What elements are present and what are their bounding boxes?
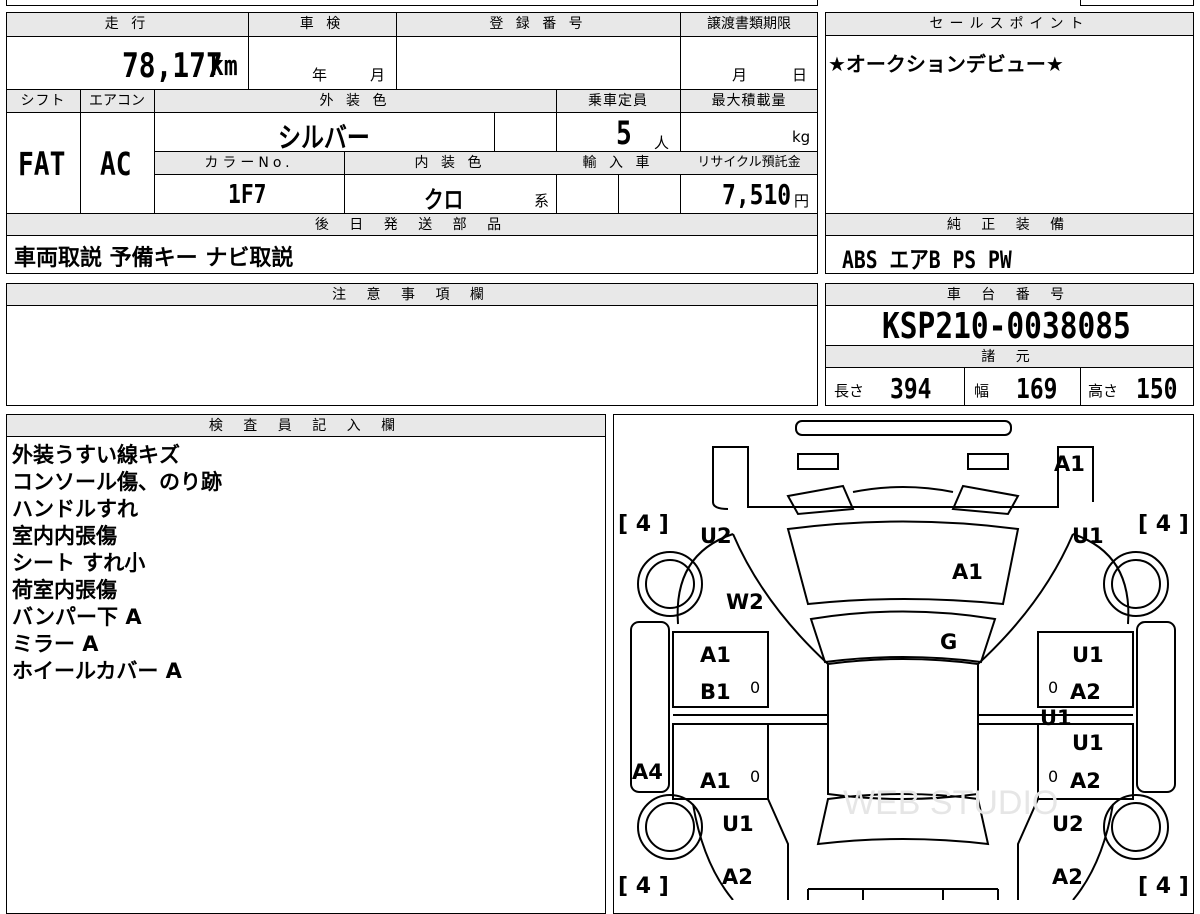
- capacity-header: 乗車定員: [588, 93, 648, 109]
- damage-code: U1: [722, 812, 754, 836]
- recycle-fee-header: リサイクル預託金: [697, 155, 801, 170]
- damage-code: A2: [1070, 769, 1101, 793]
- inspector-notes-list: 外装うすい線キズ コンソール傷、のり跡 ハンドルすれ 室内内張傷 シート すれ小…: [12, 442, 222, 685]
- damage-code: B1: [700, 680, 731, 704]
- color-no-value: 1F7: [228, 180, 267, 210]
- note-item: 室内内張傷: [12, 524, 117, 548]
- tire-depth-fl: 4: [635, 512, 652, 537]
- damage-code: A1: [700, 643, 731, 667]
- damage-code: U1: [1072, 524, 1104, 548]
- zero-mark: 0: [1048, 678, 1059, 697]
- sales-point-box: [825, 12, 1194, 214]
- mileage-value: 78,177: [122, 46, 223, 86]
- top-strip: [6, 0, 818, 6]
- damage-code: A1: [952, 560, 983, 584]
- interior-color-header: 内 装 色: [414, 155, 486, 171]
- note-item: シート すれ小: [12, 551, 146, 575]
- aircon-value: AC: [100, 145, 132, 183]
- width-label: 幅: [974, 382, 990, 400]
- note-item: バンパー下 A: [12, 605, 142, 629]
- damage-code: G: [940, 630, 958, 654]
- note-item: ホイールカバー A: [12, 659, 182, 683]
- damage-code: U2: [700, 524, 732, 548]
- note-item: 外装うすい線キズ: [12, 443, 180, 467]
- sales-point-header: セールスポイント: [929, 16, 1090, 32]
- inspector-header: 検 査 員 記 入 欄: [208, 418, 404, 434]
- exterior-color-value: シルバー: [278, 121, 370, 154]
- width-value: 169: [1016, 372, 1058, 405]
- transfer-deadline-header: 譲渡書類期限: [707, 16, 791, 32]
- interior-color-value: クロ: [424, 186, 464, 214]
- zero-mark: 0: [750, 678, 761, 697]
- capacity-value: 5: [616, 114, 632, 152]
- watermark: WEB STUDIO: [843, 784, 1058, 822]
- tire-depth-fr: 4: [1155, 512, 1172, 537]
- damage-code: A2: [1052, 865, 1083, 889]
- height-label: 高さ: [1088, 382, 1119, 400]
- zero-mark: 0: [1048, 767, 1059, 786]
- length-value: 394: [890, 372, 932, 405]
- note-item: コンソール傷、のり跡: [12, 470, 222, 494]
- length-label: 長さ: [834, 382, 865, 400]
- later-parts-value: 車両取説 予備キー ナビ取説: [14, 246, 294, 271]
- sales-point-text: ★オークションデビュー★: [828, 52, 1064, 76]
- top-strip-right: [1080, 0, 1194, 6]
- damage-code: A2: [1070, 680, 1101, 704]
- damage-code: U1: [1072, 731, 1104, 755]
- exterior-color-header: 外 装 色: [319, 93, 391, 109]
- zero-mark: 0: [750, 767, 761, 786]
- inspection-month-unit: 月: [370, 66, 386, 84]
- recycle-fee-unit: 円: [794, 192, 810, 210]
- damage-code: A4: [632, 760, 663, 784]
- damage-code: U1: [1072, 643, 1104, 667]
- mileage-header: 走 行: [104, 16, 150, 32]
- registration-header: 登 録 番 号: [489, 16, 587, 32]
- shift-value: FAT: [18, 145, 66, 183]
- note-item: 荷室内張傷: [12, 578, 117, 602]
- damage-code: A1: [1054, 452, 1085, 476]
- tire-depth-rl: 4: [635, 874, 652, 899]
- chassis-header: 車 台 番 号: [946, 287, 1073, 303]
- vehicle-info-table: [6, 12, 818, 214]
- tire-depth-rr: 4: [1155, 874, 1172, 899]
- note-item: ハンドルすれ: [12, 497, 138, 521]
- damage-code: U1: [1040, 706, 1072, 730]
- aircon-header: エアコン: [89, 93, 145, 109]
- transfer-day-unit: 日: [792, 66, 808, 84]
- damage-code: U2: [1052, 812, 1084, 836]
- damage-code: A1: [700, 769, 731, 793]
- note-item: ミラー A: [12, 632, 99, 656]
- max-load-unit: kg: [792, 128, 811, 146]
- mileage-unit: km: [210, 49, 238, 82]
- genuine-equipment-header: 純 正 装 備: [946, 217, 1073, 233]
- shift-header: シフト: [20, 93, 66, 109]
- genuine-equipment-value: ABS エアB PS PW: [842, 246, 1012, 274]
- transfer-month-unit: 月: [732, 66, 748, 84]
- inspection-year-unit: 年: [312, 66, 328, 84]
- damage-code: W2: [726, 590, 764, 614]
- interior-suffix: 系: [534, 192, 550, 210]
- specs-header: 諸 元: [981, 349, 1038, 365]
- recycle-fee-value: 7,510: [722, 178, 792, 211]
- color-no-header: カラーNo.: [204, 155, 294, 171]
- caution-header: 注 意 事 項 欄: [332, 287, 492, 303]
- max-load-header: 最大積載量: [711, 93, 787, 109]
- chassis-number: KSP210-0038085: [882, 306, 1131, 347]
- capacity-unit: 人: [654, 134, 670, 152]
- import-header: 輸 入 車: [582, 155, 654, 171]
- inspection-header: 車 検: [299, 16, 345, 32]
- damage-code: A2: [722, 865, 753, 889]
- height-value: 150: [1136, 372, 1178, 405]
- later-parts-header: 後 日 発 送 部 品: [314, 217, 510, 233]
